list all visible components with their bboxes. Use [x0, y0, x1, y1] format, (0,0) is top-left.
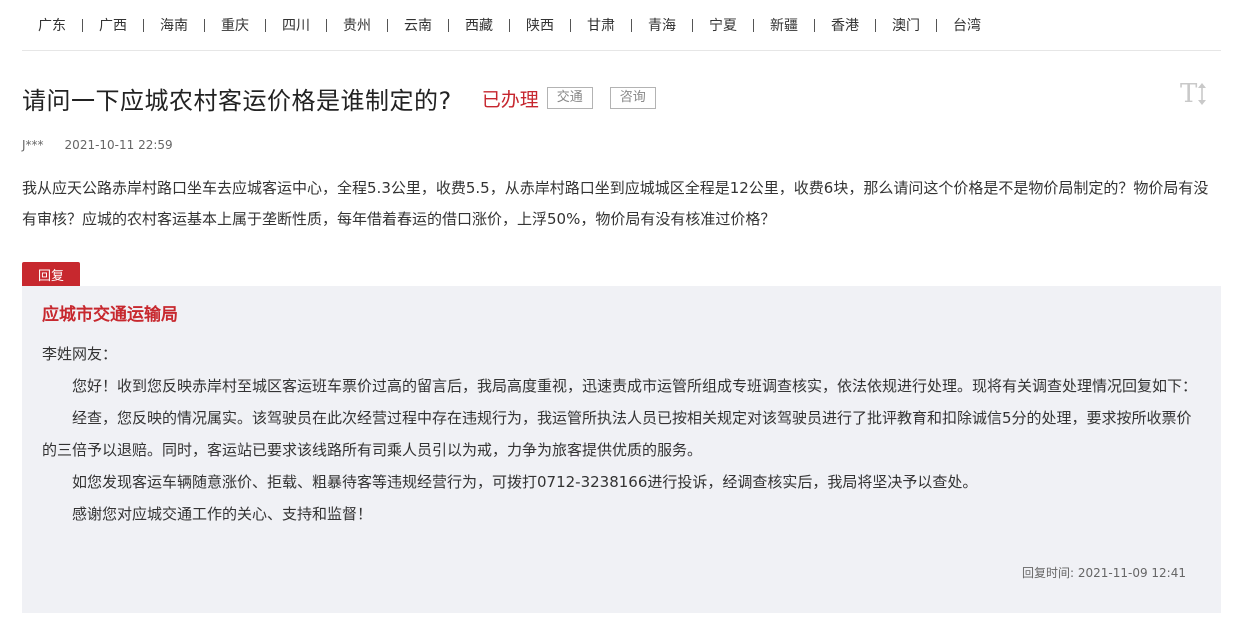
region-link-guizhou[interactable]: 贵州: [327, 15, 387, 35]
region-link-hainan[interactable]: 海南: [144, 15, 204, 35]
region-item: 甘肃: [571, 6, 632, 44]
region-link-sichuan[interactable]: 四川: [266, 15, 326, 35]
reply-body: 李姓网友： 您好！收到您反映赤岸村至城区客运班车票价过高的留言后，我局高度重视，…: [42, 338, 1202, 530]
region-item: 新疆: [754, 6, 815, 44]
region-item: 西藏: [449, 6, 510, 44]
letter-t-icon: T: [1180, 79, 1198, 109]
tag-consult[interactable]: 咨询: [609, 87, 656, 109]
region-link-ningxia[interactable]: 宁夏: [693, 15, 753, 35]
region-item: 海南: [144, 6, 205, 44]
reply-time-value: 2021-11-09 12:41: [1077, 566, 1186, 580]
author-name: J***: [22, 138, 44, 152]
post-meta: J*** 2021-10-11 22:59: [22, 138, 173, 152]
region-item: 澳门: [876, 6, 937, 44]
region-item: 四川: [266, 6, 327, 44]
region-item: 青海: [632, 6, 693, 44]
region-link-guangdong[interactable]: 广东: [22, 15, 82, 35]
region-item: 台湾: [937, 6, 997, 44]
region-link-gansu[interactable]: 甘肃: [571, 15, 631, 35]
region-link-qinghai[interactable]: 青海: [632, 15, 692, 35]
reply-organization: 应城市交通运输局: [42, 305, 178, 325]
post-header: 请问一下应城农村客运价格是谁制定的? 已办理 交通 咨询: [22, 80, 656, 116]
region-item: 贵州: [327, 6, 388, 44]
reply-paragraph: 您好！收到您反映赤岸村至城区客运班车票价过高的留言后，我局高度重视，迅速责成市运…: [72, 377, 1198, 395]
reply-time-label: 回复时间:: [1021, 566, 1075, 580]
region-item: 广东: [22, 6, 83, 44]
reply-time: 回复时间: 2021-11-09 12:41: [1022, 564, 1186, 581]
reply-paragraph: 如您发现客运车辆随意涨价、拒载、粗暴待客等违规经营行为，可拨打0712-3238…: [72, 473, 978, 491]
region-nav: 广东 广西 海南 重庆 四川 贵州 云南 西藏 陕西 甘肃 青海 宁夏 新疆 香…: [22, 0, 1221, 51]
reply-paragraph: 经查，您反映的情况属实。该驾驶员在此次经营过程中存在违规行为，我运管所执法人员已…: [42, 409, 1192, 459]
region-link-taiwan[interactable]: 台湾: [937, 15, 997, 35]
region-item: 陕西: [510, 6, 571, 44]
region-link-hongkong[interactable]: 香港: [815, 15, 875, 35]
post-date: 2021-10-11 22:59: [64, 138, 173, 152]
reply-paragraph: 感谢您对应城交通工作的关心、支持和监督！: [72, 505, 373, 523]
reply-salutation: 李姓网友：: [42, 345, 118, 363]
font-size-toggle-icon[interactable]: T: [1180, 80, 1212, 108]
post-title: 请问一下应城农村客运价格是谁制定的?: [22, 86, 452, 115]
region-item: 香港: [815, 6, 876, 44]
region-link-xinjiang[interactable]: 新疆: [754, 15, 814, 35]
region-item: 宁夏: [693, 6, 754, 44]
reply-label: 回复: [22, 262, 80, 286]
region-link-yunnan[interactable]: 云南: [388, 15, 448, 35]
region-item: 广西: [83, 6, 144, 44]
status-label: 已办理: [481, 88, 539, 111]
region-link-chongqing[interactable]: 重庆: [205, 15, 265, 35]
reply-box: 应城市交通运输局 李姓网友： 您好！收到您反映赤岸村至城区客运班车票价过高的留言…: [22, 286, 1221, 613]
up-down-arrow-icon: [1198, 83, 1207, 105]
region-item: 重庆: [205, 6, 266, 44]
region-link-macau[interactable]: 澳门: [876, 15, 936, 35]
region-link-xizang[interactable]: 西藏: [449, 15, 509, 35]
tag-traffic[interactable]: 交通: [546, 87, 593, 109]
region-link-shaanxi[interactable]: 陕西: [510, 15, 570, 35]
region-link-guangxi[interactable]: 广西: [83, 15, 143, 35]
region-item: 云南: [388, 6, 449, 44]
question-body: 我从应天公路赤岸村路口坐车去应城客运中心，全程5.3公里，收费5.5，从赤岸村路…: [22, 179, 1209, 228]
